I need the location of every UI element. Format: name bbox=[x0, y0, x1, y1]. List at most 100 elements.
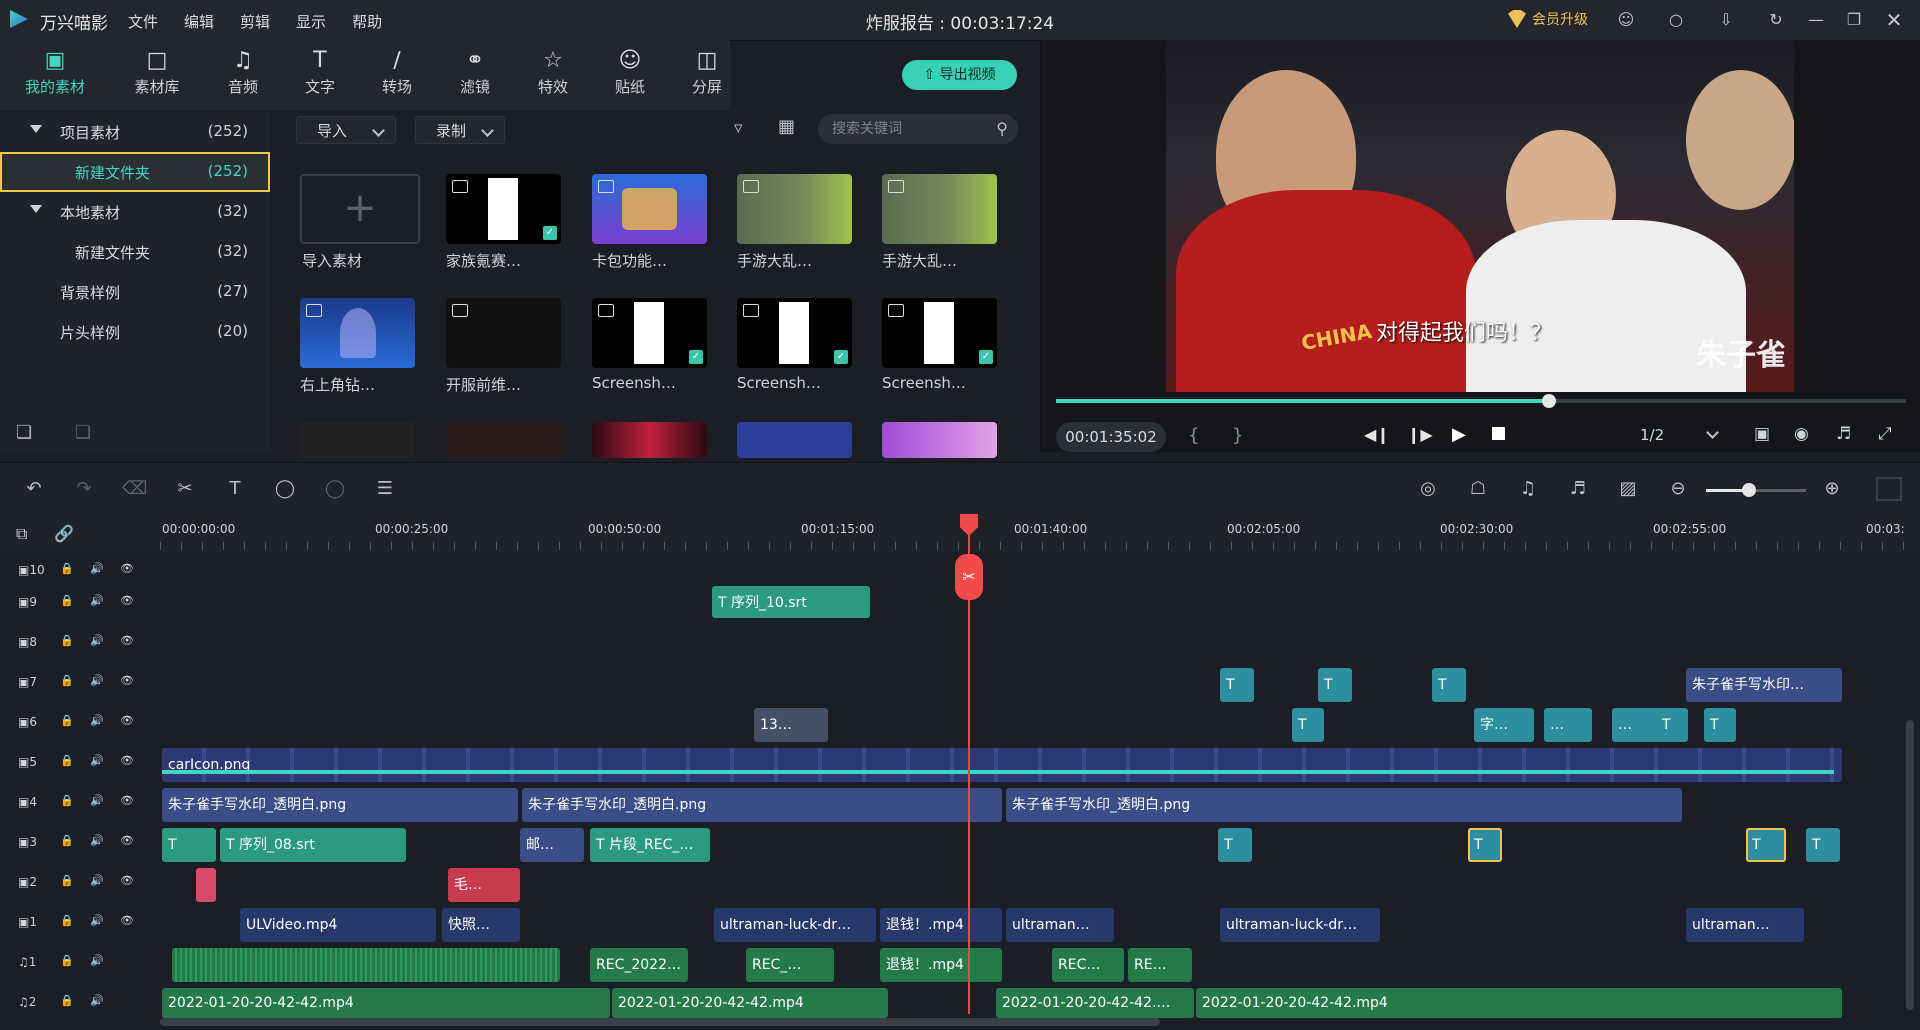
user-icon[interactable]: ☺ bbox=[1616, 10, 1636, 30]
tab-effect[interactable]: ☆ 特效 bbox=[518, 46, 588, 97]
lock-icon[interactable]: 🔒 bbox=[60, 954, 74, 967]
clip-audio-a2-b[interactable]: 2022-01-20-20-42-42.mp4 bbox=[612, 988, 888, 1018]
volume-icon[interactable]: ♬ bbox=[1836, 424, 1851, 444]
grid-view-icon[interactable]: ▦ bbox=[778, 116, 795, 137]
media-thumb-14[interactable] bbox=[882, 422, 997, 458]
clip-ultraman-b[interactable]: ultraman… bbox=[1006, 908, 1114, 942]
clip-audio-a2-d[interactable]: 2022-01-20-20-42-42.mp4 bbox=[1196, 988, 1842, 1018]
volume-icon[interactable]: 🔊 bbox=[90, 914, 104, 927]
clip-text-t3-a[interactable]: T bbox=[162, 828, 216, 862]
media-thumb-3[interactable] bbox=[737, 174, 852, 244]
media-thumb-9[interactable]: ✓ bbox=[882, 298, 997, 368]
prev-frame-icon[interactable]: ◀❙ bbox=[1364, 425, 1390, 444]
record-dropdown[interactable]: 录制 bbox=[415, 116, 505, 144]
restore-icon[interactable]: ❐ bbox=[1844, 10, 1864, 30]
mark-in-button[interactable]: { bbox=[1188, 425, 1199, 446]
import-media-tile[interactable]: + bbox=[300, 174, 420, 244]
media-thumb-6[interactable] bbox=[446, 298, 561, 368]
display-icon[interactable]: ▣ bbox=[1754, 424, 1770, 444]
volume-icon[interactable]: 🔊 bbox=[90, 794, 104, 807]
microphone-icon[interactable]: ♫ bbox=[1516, 477, 1540, 501]
media-thumb-7[interactable]: ✓ bbox=[592, 298, 707, 368]
render-icon[interactable]: ◎ bbox=[1416, 477, 1440, 501]
tab-filter[interactable]: ⚭ 滤镜 bbox=[440, 46, 510, 97]
clip-text-t7-c[interactable]: T bbox=[1432, 668, 1466, 702]
minimize-icon[interactable]: — bbox=[1806, 10, 1826, 30]
clip-audio-a2-a[interactable]: 2022-01-20-20-42-42.mp4 bbox=[162, 988, 610, 1018]
clip-text-t6-a[interactable]: T bbox=[1292, 708, 1324, 742]
zoom-slider-handle[interactable] bbox=[1742, 483, 1756, 497]
add-folder-icon[interactable]: ❏ bbox=[16, 422, 32, 443]
clip-audio-rec-b[interactable]: REC_… bbox=[746, 948, 834, 982]
import-dropdown[interactable]: 导入 bbox=[296, 116, 396, 144]
scissors-icon[interactable]: ✂ bbox=[955, 554, 983, 600]
snapshot-icon[interactable]: ◉ bbox=[1794, 424, 1809, 444]
tree-new-folder-local[interactable]: 新建文件夹 (32) bbox=[0, 232, 270, 272]
tab-transition[interactable]: ∕ 转场 bbox=[362, 46, 432, 97]
clip-ultraman-c[interactable]: ultraman-luck-dr… bbox=[1220, 908, 1380, 942]
clip-audio-rec-d[interactable]: RE… bbox=[1128, 948, 1192, 982]
audio-stretch-icon[interactable]: ◯ bbox=[323, 477, 347, 501]
clip-watermark-t7[interactable]: 朱子雀手写水印… bbox=[1686, 668, 1842, 702]
clip-ultraman-a[interactable]: ultraman-luck-dr… bbox=[714, 908, 876, 942]
clip-text-t7-b[interactable]: T bbox=[1318, 668, 1352, 702]
media-thumb-12[interactable] bbox=[592, 422, 707, 458]
clip-text-t6-d[interactable]: T bbox=[1656, 708, 1688, 742]
play-icon[interactable]: ▶ bbox=[1452, 424, 1466, 445]
volume-icon[interactable]: 🔊 bbox=[90, 562, 104, 575]
eye-icon[interactable]: 👁 bbox=[120, 594, 134, 607]
media-thumb-11[interactable] bbox=[446, 422, 561, 458]
clip-audio-rec-c[interactable]: REC… bbox=[1052, 948, 1124, 982]
tree-intro-samples[interactable]: 片头样例 (20) bbox=[0, 312, 270, 352]
remove-folder-icon[interactable]: ❏ bbox=[75, 422, 91, 443]
redo-icon[interactable]: ↷ bbox=[72, 477, 96, 501]
vertical-scrollbar[interactable] bbox=[1906, 720, 1914, 1010]
clip-audio-rec-a[interactable]: REC_2022… bbox=[590, 948, 688, 982]
zoom-out-icon[interactable]: ⊖ bbox=[1666, 477, 1690, 501]
search-input[interactable]: 搜索关键词 ⚲ bbox=[818, 114, 1018, 144]
eye-icon[interactable]: 👁 bbox=[120, 874, 134, 887]
lock-icon[interactable]: 🔒 bbox=[60, 754, 74, 767]
vip-upgrade-button[interactable]: 会员升级 bbox=[1508, 9, 1588, 29]
horizontal-scrollbar[interactable] bbox=[160, 1018, 1160, 1026]
tab-split[interactable]: ◫ 分屏 bbox=[672, 46, 742, 97]
mark-out-button[interactable]: } bbox=[1232, 425, 1243, 446]
clip-t2-fur[interactable]: 毛… bbox=[448, 868, 520, 902]
tab-my-media[interactable]: ▣ 我的素材 bbox=[20, 46, 90, 97]
volume-icon[interactable]: 🔊 bbox=[90, 674, 104, 687]
link-icon[interactable]: 🔗 bbox=[54, 524, 74, 543]
add-track-icon[interactable]: ⧉ bbox=[16, 524, 27, 544]
clip-caricon-t5[interactable]: carIcon.png bbox=[162, 748, 1842, 782]
media-thumb-1[interactable]: ✓ bbox=[446, 174, 561, 244]
volume-icon[interactable]: 🔊 bbox=[90, 834, 104, 847]
eye-icon[interactable]: 👁 bbox=[120, 794, 134, 807]
clip-subtitle-t3[interactable]: T 序列_08.srt bbox=[220, 828, 406, 862]
clip-snapshot[interactable]: 快照… bbox=[442, 908, 520, 942]
export-video-button[interactable]: ⇧ 导出视频 bbox=[902, 60, 1017, 90]
media-thumb-5[interactable] bbox=[300, 298, 415, 368]
zoom-in-icon[interactable]: ⊕ bbox=[1820, 477, 1844, 501]
refresh-icon[interactable]: ↻ bbox=[1766, 10, 1786, 30]
tab-sticker[interactable]: ☺ 贴纸 bbox=[595, 46, 665, 97]
clip-ultraman-d[interactable]: ultraman… bbox=[1686, 908, 1804, 942]
clip-audio-a2-c[interactable]: 2022-01-20-20-42-42.… bbox=[996, 988, 1194, 1018]
clip-t3-mail[interactable]: 邮… bbox=[520, 828, 584, 862]
delete-icon[interactable]: ⌫ bbox=[122, 477, 147, 501]
add-text-icon[interactable]: T bbox=[223, 477, 247, 501]
preview-scrubber[interactable] bbox=[1542, 394, 1556, 408]
volume-icon[interactable]: 🔊 bbox=[90, 994, 104, 1007]
clip-subtitle-t9[interactable]: T 序列_10.srt bbox=[712, 586, 870, 618]
media-thumb-4[interactable] bbox=[882, 174, 997, 244]
tab-audio[interactable]: ♫ 音频 bbox=[208, 46, 278, 97]
clip-text-t6-c[interactable]: … bbox=[1612, 708, 1660, 742]
lock-icon[interactable]: 🔒 bbox=[60, 994, 74, 1007]
step-play-icon[interactable]: ❙▶ bbox=[1407, 425, 1433, 444]
undo-icon[interactable]: ↶ bbox=[22, 477, 46, 501]
caret-down-icon[interactable] bbox=[30, 205, 42, 213]
stop-icon[interactable] bbox=[1492, 427, 1505, 440]
clip-text-t3-b[interactable]: T bbox=[1218, 828, 1252, 862]
fit-icon[interactable]: ▨ bbox=[1616, 477, 1640, 501]
clip-text-t3-d[interactable]: T bbox=[1746, 828, 1786, 862]
eye-icon[interactable]: 👁 bbox=[120, 634, 134, 647]
tree-background-samples[interactable]: 背景样例 (27) bbox=[0, 272, 270, 312]
